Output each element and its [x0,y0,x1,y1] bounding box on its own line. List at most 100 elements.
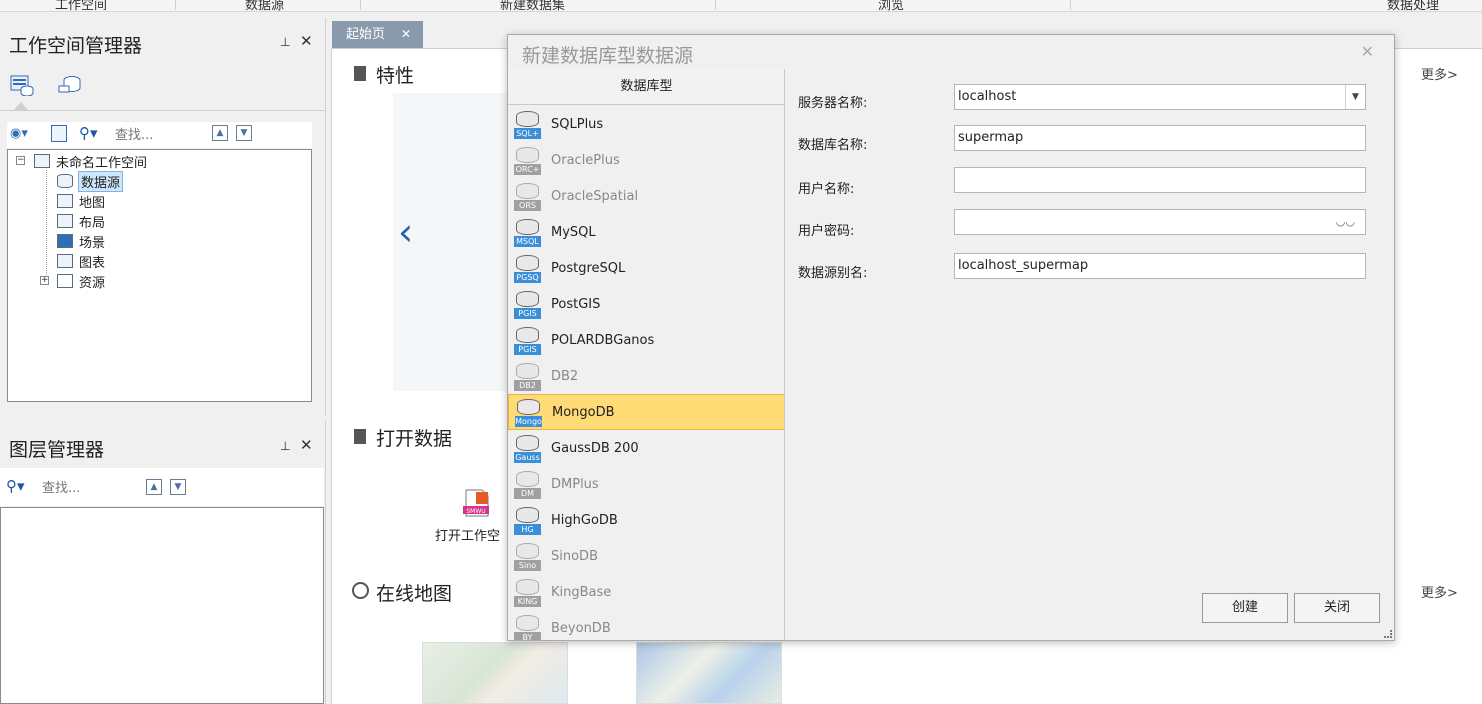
close-icon[interactable]: ✕ [300,436,313,454]
close-icon[interactable]: ✕ [401,21,411,48]
workspace-search-input[interactable] [115,126,201,144]
database-icon: ORS [513,182,542,211]
database-type-item[interactable]: ORS OracleSpatial [508,178,784,214]
move-up-button[interactable]: ▲ [212,125,228,141]
eye-icon[interactable]: ◡◡ [1336,210,1355,234]
user-name-field[interactable] [954,167,1366,193]
database-icon: PGSQ [513,254,542,283]
database-type-item[interactable]: DB2 DB2 [508,358,784,394]
create-button[interactable]: 创建 [1202,593,1288,623]
database-type-item[interactable]: HG HighGoDB [508,502,784,538]
database-type-label: MySQL [551,224,596,240]
tree-item-label: 图表 [79,255,106,271]
database-cylinder-icon [516,110,539,127]
tree-item-label: 地图 [79,195,106,211]
datasource-alias-field[interactable]: localhost_supermap [954,253,1366,279]
open-icon[interactable] [51,125,67,142]
database-type-item[interactable]: KING KingBase [508,574,784,610]
database-tag: Gauss [514,451,541,463]
database-type-label: DB2 [551,368,579,384]
pin-icon[interactable]: ⊥ [280,439,290,453]
datasource-view-icon[interactable] [57,74,83,96]
chevron-left-icon[interactable]: ‹ [398,210,413,254]
datasource-alias-value: localhost_supermap [958,258,1089,273]
divider [0,110,326,111]
server-name-label: 服务器名称: [798,96,868,111]
tree-item-chart[interactable]: 图表 [57,251,105,271]
expand-icon[interactable]: + [40,276,49,285]
tree-item-label: 资源 [79,275,106,291]
tree-item-map[interactable]: 地图 [57,191,105,211]
resize-grip[interactable] [1384,630,1392,638]
tree-item-label: 布局 [79,215,106,231]
ribbon-group-workspace[interactable]: 工作空间 [55,0,107,11]
database-cylinder-icon [516,362,539,379]
database-tag: DM [514,487,541,499]
ribbon-group-datasource[interactable]: 数据源 [245,0,284,11]
workspace-icon [34,154,50,168]
database-tag: ORC+ [514,163,541,175]
ribbon-group-data-processing[interactable]: 数据处理 [1387,0,1439,11]
workspace-view-icon[interactable] [10,74,34,97]
chevron-down-icon[interactable]: ▼ [1345,85,1365,109]
features-title: 特性 [376,65,415,87]
database-type-item[interactable]: PGIS PostGIS [508,286,784,322]
open-workspace-label[interactable]: 打开工作空 [435,525,500,544]
tree-item-label: 场景 [79,235,106,251]
database-type-item[interactable]: SQL+ SQLPlus [508,106,784,142]
database-name-value: supermap [958,130,1024,145]
view-options-icon[interactable]: ◉▾ [10,126,28,141]
database-type-item[interactable]: MSQL MySQL [508,214,784,250]
ribbon-group-new-dataset[interactable]: 新建数据集 [500,0,565,11]
pin-icon[interactable]: ⊥ [280,35,290,49]
move-down-button[interactable]: ▼ [170,479,186,495]
database-name-field[interactable]: supermap [954,125,1366,151]
online-map-thumbnail[interactable] [422,642,568,704]
close-icon[interactable]: ✕ [1361,42,1374,61]
tree-item-datasource[interactable]: 数据源 [57,170,124,192]
svg-text:SMWU: SMWU [466,508,485,515]
tree-item-workspace[interactable]: 未命名工作空间 [34,151,147,171]
database-type-item[interactable]: Mongo MongoDB [508,394,784,430]
workspace-manager-title: 工作空间管理器 [9,35,143,57]
open-workspace-icon[interactable]: SMWU [462,488,494,522]
tab-start-page[interactable]: 起始页 ✕ [332,21,423,48]
database-type-label: OraclePlus [551,152,620,168]
open-data-title: 打开数据 [376,428,453,450]
database-icon: Gauss [513,434,542,463]
close-button[interactable]: 关闭 [1294,593,1380,623]
password-field[interactable]: ◡◡ [954,209,1366,235]
database-tag: KING [514,595,541,607]
database-type-item[interactable]: Sino SinoDB [508,538,784,574]
new-database-datasource-dialog: 新建数据库型数据源 ✕ 数据库型 SQL+ SQLPlus ORC+ OraclePl… [507,34,1395,641]
database-tag: SQL+ [514,127,541,139]
ribbon-group-browse[interactable]: 浏览 [878,0,904,11]
tree-item-layout[interactable]: 布局 [57,211,105,231]
move-up-button[interactable]: ▲ [146,479,162,495]
search-icon[interactable]: ⚲▾ [79,124,98,142]
password-label: 用户密码: [798,224,855,239]
close-icon[interactable]: ✕ [300,32,313,50]
database-icon: BY [513,614,542,640]
database-tag: BY [514,631,541,640]
database-type-item[interactable]: BY BeyonDB [508,610,784,640]
more-link[interactable]: 更多> [1421,64,1458,83]
layer-search-input[interactable] [42,479,132,497]
chart-icon [57,254,73,268]
database-type-item[interactable]: PGIS POLARDBGanos [508,322,784,358]
more-link[interactable]: 更多> [1421,582,1458,601]
server-name-combobox[interactable]: localhost ▼ [954,84,1366,110]
database-type-item[interactable]: DM DMPlus [508,466,784,502]
online-map-thumbnail[interactable] [636,642,782,704]
tree-item-scene[interactable]: 场景 [57,231,105,251]
database-type-item[interactable]: ORC+ OraclePlus [508,142,784,178]
collapse-icon[interactable]: − [16,156,25,165]
move-down-button[interactable]: ▼ [236,125,252,141]
map-icon [57,194,73,208]
database-tag: Sino [514,559,541,571]
database-type-item[interactable]: Gauss GaussDB 200 [508,430,784,466]
database-type-item[interactable]: PGSQ PostgreSQL [508,250,784,286]
search-icon[interactable]: ⚲▾ [6,477,25,495]
tree-item-resources[interactable]: 资源 [57,271,105,291]
datasource-alias-label: 数据源别名: [798,266,868,281]
